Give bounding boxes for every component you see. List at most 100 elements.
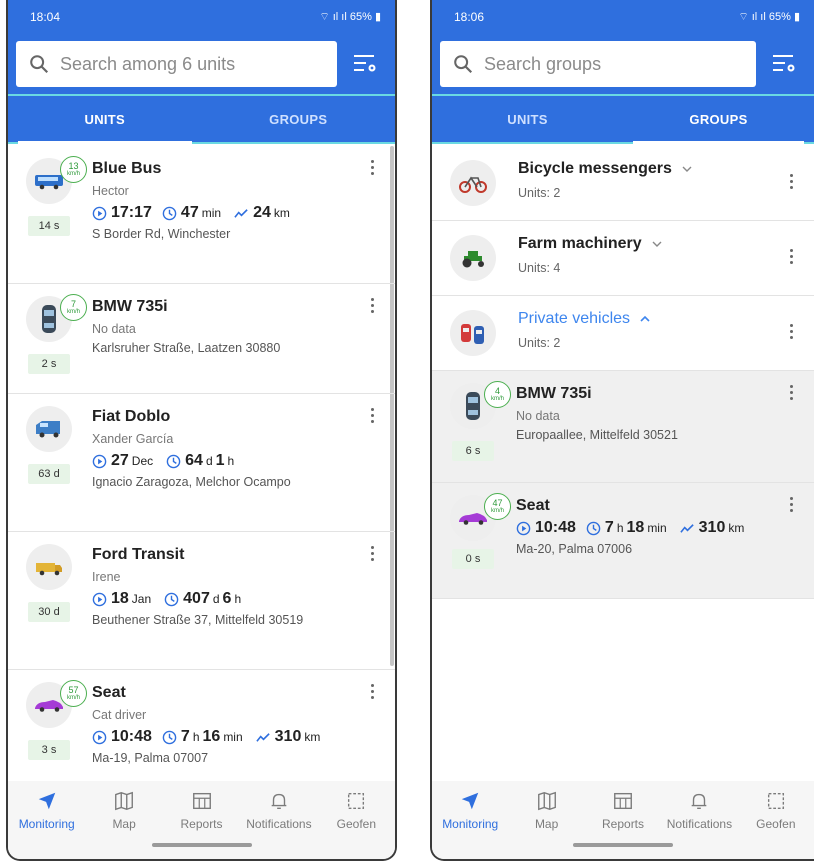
nav-geofences[interactable]: Geofen <box>318 781 395 839</box>
table-icon <box>192 792 211 809</box>
duration-unit: h <box>616 521 624 535</box>
trip-date: 18 <box>111 590 129 607</box>
tab-groups[interactable]: GROUPS <box>623 96 814 142</box>
unit-name: Blue Bus <box>92 160 162 177</box>
group-item[interactable]: Farm machinery Units: 4 <box>432 221 814 296</box>
last-message-age: 14 s <box>28 216 70 236</box>
bottom-navigation: Monitoring Map Reports Notifications Geo… <box>8 781 395 839</box>
distance-value: 24 <box>253 204 271 221</box>
header: Search groups <box>432 34 814 94</box>
list-item[interactable]: 30 d Ford Transit Irene 18 Jan 407 d 6 h Beu… <box>8 532 395 670</box>
geofence-icon <box>767 792 784 809</box>
list-item[interactable]: 47 km/h 0 s Seat 10:48 7 h 18 min 310 km Ma-2… <box>432 483 814 599</box>
speed-badge: 13 km/h <box>60 156 87 183</box>
more-options-icon[interactable] <box>790 174 794 192</box>
list-item[interactable]: 4 km/h 6 s BMW 735i No data Europaallee, … <box>432 371 814 483</box>
chevron-down-icon[interactable] <box>652 239 662 249</box>
more-options-icon[interactable] <box>371 160 375 178</box>
duration-value: 64 <box>185 452 203 469</box>
trip-start-icon <box>92 592 107 606</box>
more-options-icon[interactable] <box>371 684 375 702</box>
tab-units[interactable]: UNITS <box>8 96 202 142</box>
speed-value: 7 <box>70 299 76 309</box>
list-item[interactable]: 57 km/h 3 s Seat Cat driver 10:48 7 h 16 min… <box>8 670 395 785</box>
search-icon <box>30 55 49 74</box>
bottom-navigation: Monitoring Map Reports Notifications Geo… <box>432 781 814 839</box>
unit-name: Ford Transit <box>92 546 185 563</box>
list-item[interactable]: 13 km/h 14 s Blue Bus Hector 17:17 47 min … <box>8 146 395 284</box>
trip-time: 10:48 <box>535 519 576 536</box>
nav-reports[interactable]: Reports <box>163 781 240 839</box>
more-options-icon[interactable] <box>371 546 375 564</box>
trip-stats: 18 Jan 407 d 6 h <box>92 590 381 608</box>
duration-unit: h <box>192 730 200 744</box>
list-item[interactable]: 7 km/h 2 s BMW 735i No data Karlsruher St… <box>8 284 395 394</box>
trip-stats: 17:17 47 min 24 km <box>92 204 381 222</box>
chevron-up-icon[interactable] <box>640 314 650 324</box>
trip-start-icon <box>516 521 531 535</box>
duration-value: 1 <box>215 452 225 469</box>
nav-monitoring[interactable]: Monitoring <box>432 781 508 839</box>
nav-notifications[interactable]: Notifications <box>240 781 317 839</box>
chevron-down-icon[interactable] <box>682 164 692 174</box>
distance-value: 310 <box>274 728 302 745</box>
navigation-arrow-icon <box>461 792 479 809</box>
status-bar: 18:06 ⌔ ıl ıl 65% ▮ <box>432 0 814 34</box>
unit-address: Ma-20, Palma 07006 <box>516 542 633 556</box>
more-options-icon[interactable] <box>371 298 375 316</box>
bicycle-icon <box>450 160 496 206</box>
nav-geofences[interactable]: Geofen <box>738 781 814 839</box>
group-item[interactable]: Private vehicles Units: 2 <box>432 296 814 371</box>
nav-map[interactable]: Map <box>508 781 584 839</box>
speed-value: 4 <box>494 386 500 396</box>
driver-name: No data <box>92 322 136 336</box>
duration-unit: h <box>227 454 235 468</box>
duration-unit: d <box>205 454 213 468</box>
nav-monitoring[interactable]: Monitoring <box>8 781 85 839</box>
groups-list[interactable]: Bicycle messengers Units: 2 Farm machine… <box>432 146 814 785</box>
bell-icon <box>692 793 707 809</box>
driver-name: Irene <box>92 570 121 584</box>
home-indicator[interactable] <box>8 839 395 859</box>
group-item[interactable]: Bicycle messengers Units: 2 <box>432 146 814 221</box>
tab-units[interactable]: UNITS <box>432 96 623 142</box>
search-input[interactable]: Search among 6 units <box>16 41 337 87</box>
speed-unit: km/h <box>490 396 504 402</box>
speed-value: 47 <box>492 498 503 508</box>
more-options-icon[interactable] <box>790 497 794 515</box>
duration-unit: d <box>212 592 220 606</box>
speed-value: 57 <box>68 685 79 695</box>
more-options-icon[interactable] <box>371 408 375 426</box>
more-options-icon[interactable] <box>790 249 794 267</box>
nav-map[interactable]: Map <box>85 781 162 839</box>
distance-unit: km <box>304 730 321 744</box>
nav-notifications[interactable]: Notifications <box>661 781 737 839</box>
nav-reports[interactable]: Reports <box>585 781 661 839</box>
last-message-age: 6 s <box>452 441 494 461</box>
table-icon <box>614 792 632 809</box>
duration-value: 18 <box>626 519 645 536</box>
home-indicator[interactable] <box>432 839 814 859</box>
more-options-icon[interactable] <box>790 385 794 403</box>
list-item[interactable]: 63 d Fiat Doblo Xander García 27 Dec 64 d 1… <box>8 394 395 532</box>
tab-groups[interactable]: GROUPS <box>202 96 396 142</box>
driver-name: No data <box>516 409 560 423</box>
active-tab-indicator <box>17 141 192 144</box>
tab-bar: UNITS GROUPS <box>432 94 814 144</box>
nav-label: Notifications <box>246 816 312 831</box>
last-message-age: 2 s <box>28 354 70 374</box>
trip-month: Jan <box>131 592 152 606</box>
filter-settings-button[interactable] <box>343 41 387 87</box>
truck-icon <box>26 544 72 590</box>
more-options-icon[interactable] <box>790 324 794 342</box>
search-input[interactable]: Search groups <box>440 41 756 87</box>
group-title: Private vehicles <box>518 310 631 327</box>
speed-unit: km/h <box>490 508 504 514</box>
group-units: 4 km/h 6 s BMW 735i No data Europaallee, … <box>432 371 814 599</box>
unit-address: Europaallee, Mittelfeld 30521 <box>516 428 678 442</box>
group-unit-count: Units: 4 <box>518 261 561 275</box>
unit-address: Beuthener Straße 37, Mittelfeld 30519 <box>92 613 304 627</box>
filter-settings-button[interactable] <box>762 41 806 87</box>
nav-label: Map <box>112 816 136 831</box>
units-list[interactable]: 13 km/h 14 s Blue Bus Hector 17:17 47 min … <box>8 146 395 785</box>
